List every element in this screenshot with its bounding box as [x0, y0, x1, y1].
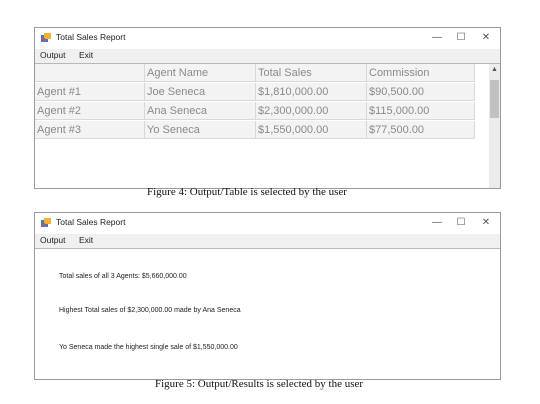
menu-output[interactable]: Output — [40, 50, 66, 60]
minimize-button[interactable]: — — [429, 215, 445, 230]
data-grid[interactable]: Agent Name Total Sales Commission Agent … — [35, 64, 500, 188]
table-cell[interactable]: $115,000.00 — [367, 102, 475, 120]
table-header-cell: Commission — [367, 64, 475, 82]
table-cell[interactable]: Agent #2 — [35, 102, 145, 120]
figure-caption: Figure 4: Output/Table is selected by th… — [147, 186, 347, 198]
table-cell[interactable]: $2,300,000.00 — [256, 102, 367, 120]
window-title: Total Sales Report — [56, 32, 126, 42]
window-title: Total Sales Report — [56, 217, 126, 227]
menu-exit[interactable]: Exit — [79, 235, 93, 245]
table-cell[interactable]: $1,810,000.00 — [256, 83, 367, 101]
table-cell[interactable]: $1,550,000.00 — [256, 121, 367, 139]
window-table: Total Sales Report — ☐ ✕ Output Exit Age… — [34, 27, 501, 189]
maximize-button[interactable]: ☐ — [453, 215, 469, 230]
table-cell[interactable]: Yo Seneca — [145, 121, 256, 139]
menu-exit[interactable]: Exit — [79, 50, 93, 60]
figure-caption: Figure 5: Output/Results is selected by … — [155, 378, 364, 390]
window-results: Total Sales Report — ☐ ✕ Output Exit Tot… — [34, 212, 501, 380]
results-panel: Total sales of all 3 Agents: $5,660,000.… — [35, 249, 500, 379]
minimize-button[interactable]: — — [429, 30, 445, 45]
table-header-cell — [35, 64, 145, 82]
result-highest-single-sale: Yo Seneca made the highest single sale o… — [59, 344, 238, 351]
close-button[interactable]: ✕ — [478, 30, 494, 45]
table-cell[interactable]: Agent #3 — [35, 121, 145, 139]
menu-bar: Output Exit — [35, 234, 500, 248]
scroll-thumb[interactable] — [490, 80, 499, 118]
scroll-up-icon[interactable]: ▲ — [489, 66, 500, 73]
menu-bar: Output Exit — [35, 49, 500, 63]
result-highest-total: Highest Total sales of $2,300,000.00 mad… — [59, 307, 241, 314]
title-bar[interactable]: Total Sales Report — ☐ ✕ — [35, 213, 500, 234]
table-cell[interactable]: $77,500.00 — [367, 121, 475, 139]
maximize-button[interactable]: ☐ — [453, 30, 469, 45]
table-cell[interactable]: Joe Seneca — [145, 83, 256, 101]
result-total-sales: Total sales of all 3 Agents: $5,660,000.… — [59, 273, 187, 280]
title-bar[interactable]: Total Sales Report — ☐ ✕ — [35, 28, 500, 49]
menu-output[interactable]: Output — [40, 235, 66, 245]
table-cell[interactable]: Agent #1 — [35, 83, 145, 101]
table-header-cell: Total Sales — [256, 64, 367, 82]
table-cell[interactable]: $90,500.00 — [367, 83, 475, 101]
app-icon — [41, 33, 51, 42]
app-icon — [41, 218, 51, 227]
close-button[interactable]: ✕ — [478, 215, 494, 230]
table-cell[interactable]: Ana Seneca — [145, 102, 256, 120]
table-header-cell: Agent Name — [145, 64, 256, 82]
vertical-scrollbar[interactable]: ▲ — [489, 64, 500, 188]
